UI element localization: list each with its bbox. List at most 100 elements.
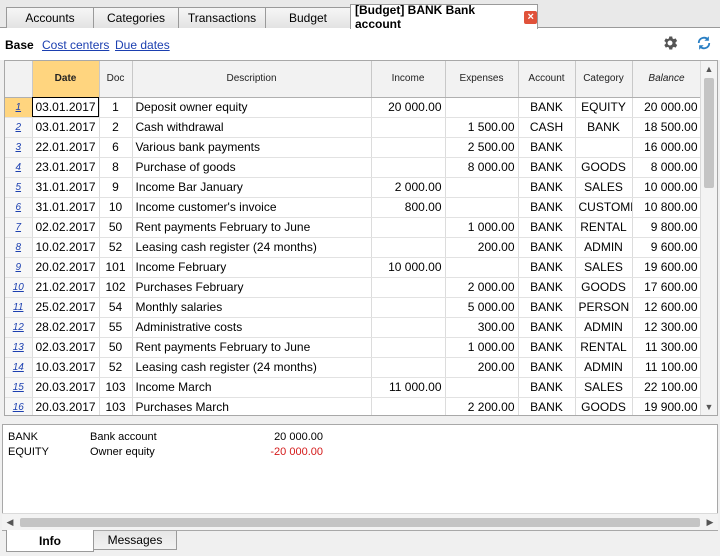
col-header-balance[interactable]: Balance (632, 61, 702, 98)
cell-category[interactable]: GOODS (575, 277, 633, 298)
cell-income[interactable] (371, 237, 446, 258)
row-number[interactable]: 12 (5, 317, 33, 338)
cell-account[interactable]: BANK (518, 357, 576, 378)
cell-category[interactable]: SALES (575, 377, 633, 398)
cell-category[interactable] (575, 137, 633, 158)
cell-expenses[interactable]: 8 000.00 (445, 157, 519, 178)
cell-account[interactable]: BANK (518, 377, 576, 398)
cell-balance[interactable]: 10 800.00 (632, 197, 702, 218)
cell-doc[interactable]: 8 (99, 157, 133, 178)
tab-messages[interactable]: Messages (93, 531, 177, 550)
table-row[interactable]: 14 10.03.2017 52 Leasing cash register (24 … (5, 357, 702, 378)
cell-doc[interactable]: 52 (99, 237, 133, 258)
cell-doc[interactable]: 9 (99, 177, 133, 198)
cell-balance[interactable]: 11 300.00 (632, 337, 702, 358)
cell-description[interactable]: Income Bar January (132, 177, 372, 198)
cell-doc[interactable]: 6 (99, 137, 133, 158)
cell-income[interactable]: 2 000.00 (371, 177, 446, 198)
vertical-scrollbar[interactable]: ▲ ▼ (700, 61, 717, 415)
table-row[interactable]: 4 23.01.2017 8 Purchase of goods 8 000.00 BAN… (5, 157, 702, 178)
scroll-thumb[interactable] (20, 518, 700, 527)
cell-description[interactable]: Various bank payments (132, 137, 372, 158)
row-number[interactable]: 5 (5, 177, 33, 198)
table-row[interactable]: 2 03.01.2017 2 Cash withdrawal 1 500.00 CASH B… (5, 117, 702, 138)
cell-description[interactable]: Rent payments February to June (132, 337, 372, 358)
row-number[interactable]: 3 (5, 137, 33, 158)
cell-expenses[interactable]: 5 000.00 (445, 297, 519, 318)
view-due-dates[interactable]: Due dates (115, 38, 170, 52)
cell-date[interactable]: 22.01.2017 (32, 137, 100, 158)
cell-category[interactable]: ADMIN (575, 317, 633, 338)
col-header-income[interactable]: Income (371, 61, 446, 98)
row-number[interactable]: 14 (5, 357, 33, 378)
table-row[interactable]: 12 28.02.2017 55 Administrative costs 300.00… (5, 317, 702, 338)
col-header-expenses[interactable]: Expenses (445, 61, 519, 98)
col-header-date[interactable]: Date (32, 61, 100, 98)
cell-balance[interactable]: 17 600.00 (632, 277, 702, 298)
cell-income[interactable] (371, 117, 446, 138)
cell-income[interactable] (371, 337, 446, 358)
cell-account[interactable]: BANK (518, 237, 576, 258)
cell-expenses[interactable]: 2 200.00 (445, 397, 519, 415)
cell-date[interactable]: 02.03.2017 (32, 337, 100, 358)
cell-account[interactable]: BANK (518, 257, 576, 278)
cell-category[interactable]: SALES (575, 257, 633, 278)
cell-balance[interactable]: 20 000.00 (632, 97, 702, 118)
cell-description[interactable]: Purchase of goods (132, 157, 372, 178)
cell-account[interactable]: BANK (518, 137, 576, 158)
refresh-icon[interactable] (695, 34, 713, 52)
cell-balance[interactable]: 10 000.00 (632, 177, 702, 198)
view-base[interactable]: Base (5, 38, 34, 52)
table-row[interactable]: 3 22.01.2017 6 Various bank payments 2 500.0… (5, 137, 702, 158)
cell-expenses[interactable] (445, 97, 519, 118)
table-row[interactable]: 5 31.01.2017 9 Income Bar January 2 000.00 BA… (5, 177, 702, 198)
cell-income[interactable] (371, 317, 446, 338)
row-number[interactable]: 4 (5, 157, 33, 178)
cell-expenses[interactable]: 1 000.00 (445, 217, 519, 238)
cell-date[interactable]: 31.01.2017 (32, 197, 100, 218)
cell-description[interactable]: Deposit owner equity (132, 97, 372, 118)
cell-doc[interactable]: 103 (99, 377, 133, 398)
cell-date[interactable]: 25.02.2017 (32, 297, 100, 318)
cell-date[interactable]: 21.02.2017 (32, 277, 100, 298)
row-number[interactable]: 2 (5, 117, 33, 138)
cell-doc[interactable]: 50 (99, 217, 133, 238)
table-row[interactable]: 1 03.01.2017 1 Deposit owner equity 20 000.0… (5, 97, 702, 118)
cell-expenses[interactable]: 1 500.00 (445, 117, 519, 138)
tab-info[interactable]: Info (6, 530, 94, 552)
cell-balance[interactable]: 9 600.00 (632, 237, 702, 258)
cell-income[interactable] (371, 297, 446, 318)
table-row[interactable]: 8 10.02.2017 52 Leasing cash register (24 m… (5, 237, 702, 258)
cell-balance[interactable]: 16 000.00 (632, 137, 702, 158)
cell-description[interactable]: Purchases February (132, 277, 372, 298)
cell-income[interactable]: 11 000.00 (371, 377, 446, 398)
cell-income[interactable] (371, 217, 446, 238)
cell-balance[interactable]: 22 100.00 (632, 377, 702, 398)
cell-income[interactable]: 10 000.00 (371, 257, 446, 278)
cell-account[interactable]: BANK (518, 157, 576, 178)
cell-expenses[interactable]: 300.00 (445, 317, 519, 338)
cell-income[interactable] (371, 357, 446, 378)
cell-category[interactable]: BANK (575, 117, 633, 138)
row-number[interactable]: 1 (5, 97, 33, 118)
cell-date[interactable]: 20.03.2017 (32, 377, 100, 398)
cell-date[interactable]: 31.01.2017 (32, 177, 100, 198)
row-number[interactable]: 13 (5, 337, 33, 358)
cell-account[interactable]: BANK (518, 277, 576, 298)
cell-balance[interactable]: 9 800.00 (632, 217, 702, 238)
cell-category[interactable]: GOODS (575, 157, 633, 178)
cell-date[interactable]: 20.02.2017 (32, 257, 100, 278)
cell-balance[interactable]: 8 000.00 (632, 157, 702, 178)
cell-income[interactable] (371, 137, 446, 158)
cell-description[interactable]: Income February (132, 257, 372, 278)
tab-transactions[interactable]: Transactions (178, 7, 266, 28)
cell-category[interactable]: EQUITY (575, 97, 633, 118)
col-header-account[interactable]: Account (518, 61, 576, 98)
cell-doc[interactable]: 102 (99, 277, 133, 298)
cell-category[interactable]: RENTAL (575, 337, 633, 358)
row-number[interactable]: 10 (5, 277, 33, 298)
scroll-down-icon[interactable]: ▼ (701, 399, 717, 415)
row-number[interactable]: 15 (5, 377, 33, 398)
view-cost-centers[interactable]: Cost centers (42, 38, 109, 52)
cell-category[interactable]: SALES (575, 177, 633, 198)
